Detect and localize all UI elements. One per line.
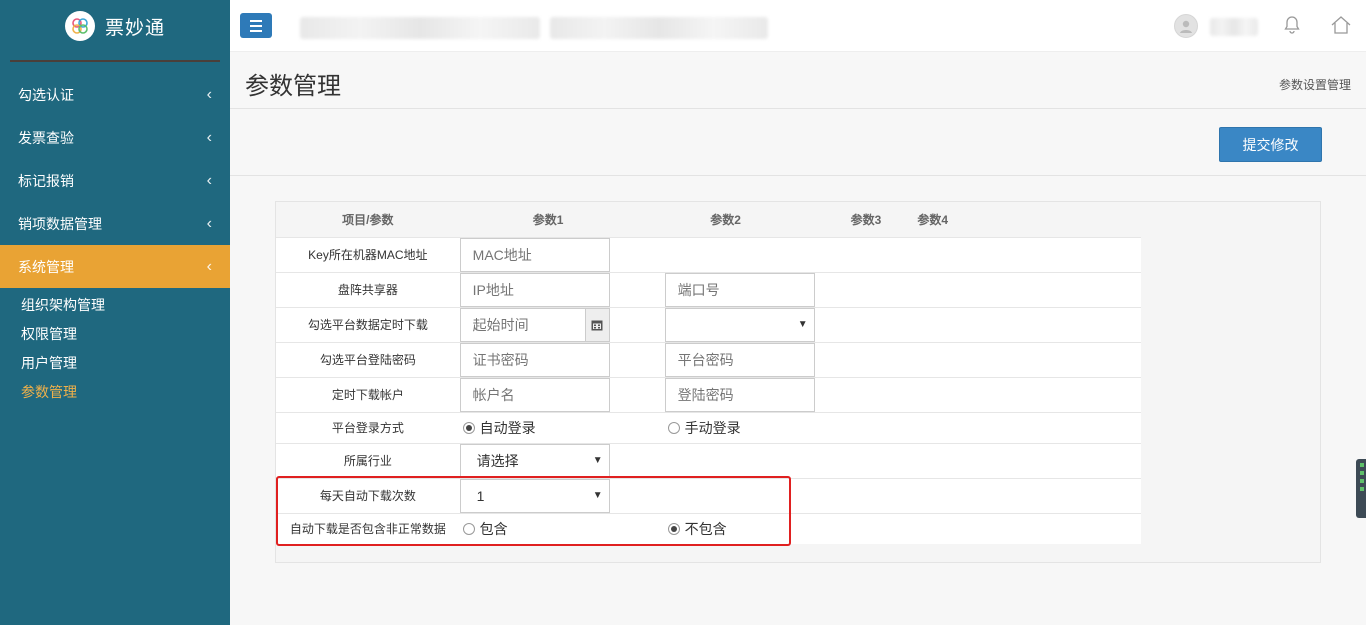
- table-row: Key所在机器MAC地址: [276, 236, 1141, 272]
- sidebar-item-output-data[interactable]: 销项数据管理 ‹: [0, 202, 230, 245]
- platform-password-input[interactable]: [664, 342, 815, 377]
- table-row: 所属行业 请选择 ▼: [276, 442, 1141, 478]
- column-header: 参数4: [917, 202, 1141, 237]
- system-submenu: 组织架构管理 权限管理 用户管理 参数管理: [0, 288, 230, 406]
- sidebar-menu: 勾选认证 ‹ 发票查验 ‹ 标记报销 ‹ 销项数据管理 ‹ 系统管理 ‹: [0, 73, 230, 288]
- blurred-header-text: [550, 17, 768, 39]
- include-abnormal-radio[interactable]: 包含: [462, 519, 508, 539]
- chevron-left-icon: ‹: [206, 128, 212, 146]
- brand-name: 票妙通: [104, 17, 165, 39]
- action-bar: 提交修改: [230, 109, 1366, 176]
- port-input[interactable]: [664, 272, 815, 307]
- topbar: [230, 0, 1366, 52]
- radio-label: 手动登录: [684, 419, 741, 436]
- table-row: 平台登录方式 自动登录 手动登录: [276, 411, 1141, 443]
- table-row: 盘阵共享器: [276, 271, 1141, 307]
- sidebar-item-mark-reimburse[interactable]: 标记报销 ‹: [0, 159, 230, 202]
- daily-download-count-select[interactable]: 1 ▼: [459, 478, 610, 513]
- column-header: 项目/参数: [276, 202, 460, 237]
- page-header: 参数管理 参数设置管理: [230, 52, 1366, 109]
- schedule-select[interactable]: ▼: [664, 307, 815, 342]
- table-row: 勾选平台登陆密码: [276, 341, 1141, 377]
- table-row: 定时下载帐户: [276, 376, 1141, 412]
- submit-changes-button[interactable]: 提交修改: [1219, 127, 1322, 162]
- radio-checked-icon: [667, 522, 680, 535]
- start-time-picker[interactable]: [459, 307, 610, 342]
- chevron-left-icon: ‹: [206, 85, 212, 103]
- row-label: 所属行业: [276, 442, 460, 478]
- radio-unchecked-icon: [667, 421, 680, 434]
- radio-label: 自动登录: [479, 419, 536, 436]
- caret-down-icon: ▼: [592, 490, 603, 501]
- sidebar-item-checkbox-auth[interactable]: 勾选认证 ‹: [0, 73, 230, 116]
- hamburger-icon[interactable]: [240, 13, 272, 38]
- submenu-item-users[interactable]: 用户管理: [0, 348, 230, 377]
- select-value: 1: [476, 487, 485, 504]
- caret-down-icon: ▼: [592, 455, 603, 466]
- sidebar: 票妙通 勾选认证 ‹ 发票查验 ‹ 标记报销 ‹ 销项数据管理 ‹ 系统管理 ‹…: [0, 0, 230, 625]
- column-header: 参数1: [459, 202, 637, 237]
- row-label: 自动下载是否包含非正常数据: [276, 512, 460, 544]
- account-name-input[interactable]: [459, 377, 610, 412]
- row-label: 定时下载帐户: [276, 376, 460, 412]
- login-password-input[interactable]: [664, 377, 815, 412]
- manual-login-radio[interactable]: 手动登录: [667, 418, 741, 438]
- row-label: 勾选平台登陆密码: [276, 341, 460, 377]
- row-label: 勾选平台数据定时下载: [276, 306, 460, 342]
- select-value: 请选择: [476, 452, 519, 469]
- sidebar-item-label: 系统管理: [18, 258, 74, 275]
- submenu-item-params[interactable]: 参数管理: [0, 377, 230, 406]
- main-content: 参数管理 参数设置管理 提交修改 项目/参数 参数1 参数2 参数3 参数4 K…: [230, 52, 1366, 625]
- sidebar-item-label: 发票查验: [18, 129, 74, 146]
- sidebar-item-label: 勾选认证: [18, 86, 74, 103]
- exclude-abnormal-radio[interactable]: 不包含: [667, 519, 727, 539]
- row-label: 平台登录方式: [276, 411, 460, 443]
- radio-label: 不包含: [684, 520, 727, 537]
- start-time-input[interactable]: [459, 307, 586, 342]
- chevron-left-icon: ‹: [206, 171, 212, 189]
- industry-select[interactable]: 请选择 ▼: [459, 443, 610, 478]
- row-label: 盘阵共享器: [276, 271, 460, 307]
- blurred-header-text: [300, 17, 540, 39]
- table-row: 勾选平台数据定时下载 ▼: [276, 306, 1141, 342]
- submenu-item-org[interactable]: 组织架构管理: [0, 290, 230, 319]
- caret-down-icon: ▼: [797, 319, 808, 330]
- calendar-icon[interactable]: [585, 307, 610, 342]
- sidebar-item-invoice-verify[interactable]: 发票查验 ‹: [0, 116, 230, 159]
- avatar[interactable]: [1174, 14, 1198, 38]
- table-header-row: 项目/参数 参数1 参数2 参数3 参数4: [276, 202, 1141, 237]
- blurred-username: [1210, 18, 1258, 36]
- clover-logo-icon: [64, 11, 95, 41]
- radio-label: 包含: [479, 520, 508, 537]
- row-label: 每天自动下载次数: [276, 477, 460, 513]
- column-header: 参数3: [814, 202, 918, 237]
- brand[interactable]: 票妙通: [0, 0, 230, 52]
- table-row: 每天自动下载次数 1 ▼: [276, 477, 1141, 513]
- page-title: 参数管理: [245, 73, 341, 100]
- submenu-item-permission[interactable]: 权限管理: [0, 319, 230, 348]
- params-panel: 项目/参数 参数1 参数2 参数3 参数4 Key所在机器MAC地址 盘阵共享器…: [275, 201, 1321, 563]
- home-icon[interactable]: [1329, 13, 1353, 37]
- chevron-left-icon: ‹: [206, 257, 212, 275]
- params-table: 项目/参数 参数1 参数2 参数3 参数4 Key所在机器MAC地址 盘阵共享器…: [276, 202, 1141, 544]
- chevron-left-icon: ‹: [206, 214, 212, 232]
- row-label: Key所在机器MAC地址: [276, 236, 460, 272]
- sidebar-item-label: 销项数据管理: [18, 215, 102, 232]
- sidebar-item-label: 标记报销: [18, 172, 74, 189]
- bell-icon[interactable]: [1280, 13, 1304, 37]
- column-header: 参数2: [636, 202, 815, 237]
- mac-address-input[interactable]: [459, 237, 610, 272]
- auto-login-radio[interactable]: 自动登录: [462, 418, 536, 438]
- ip-address-input[interactable]: [459, 272, 610, 307]
- radio-unchecked-icon: [462, 522, 475, 535]
- table-row: 自动下载是否包含非正常数据 包含 不包含: [276, 512, 1141, 544]
- sidebar-item-system[interactable]: 系统管理 ‹: [0, 245, 230, 288]
- side-widget[interactable]: [1356, 459, 1366, 518]
- radio-checked-icon: [462, 421, 475, 434]
- cert-password-input[interactable]: [459, 342, 610, 377]
- brand-divider: [10, 60, 220, 62]
- breadcrumb[interactable]: 参数设置管理: [1279, 76, 1351, 93]
